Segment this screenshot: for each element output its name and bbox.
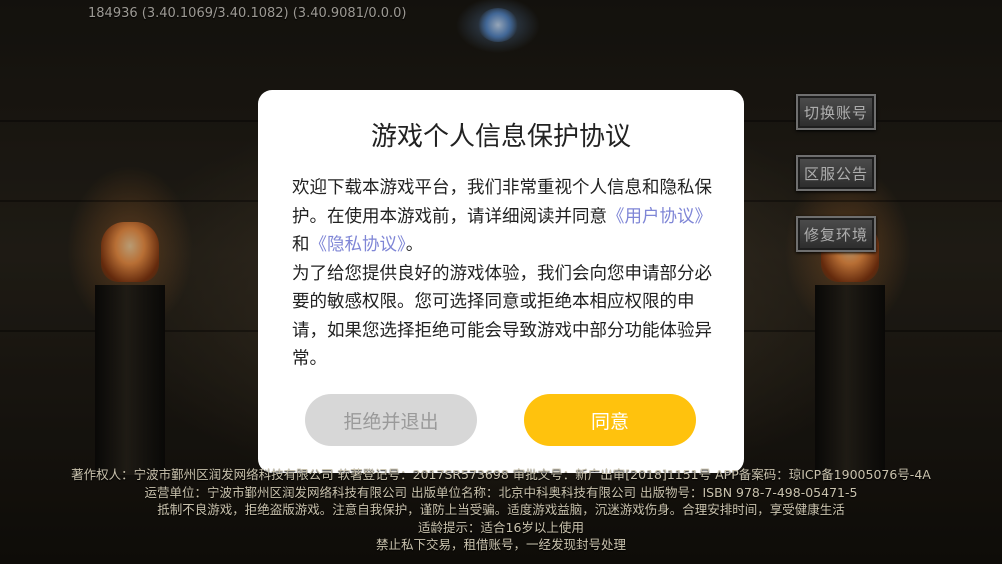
user-agreement-link[interactable]: 《用户协议》	[607, 207, 712, 227]
agree-button[interactable]: 同意	[524, 394, 696, 446]
period-text: 。	[405, 235, 424, 255]
and-text: 和	[292, 235, 310, 255]
privacy-agreement-link[interactable]: 《隐私协议》	[310, 235, 406, 255]
dialog-title: 游戏个人信息保护协议	[370, 122, 631, 152]
age-rating-line: 适龄提示：适合16岁以上使用	[418, 519, 584, 535]
reject-and-exit-button[interactable]: 拒绝并退出	[305, 394, 477, 446]
permissions-text: 为了给您提供良好的游戏体验，我们会向您申请部分必要的敏感权限。您可选择同意或拒绝…	[292, 263, 712, 370]
dialog-body: 欢迎下载本游戏平台，我们非常重视个人信息和隐私保护。在使用本游戏前，请详细阅读并…	[292, 174, 712, 374]
copyright-line: 著作权人：宁波市鄞州区润发网络科技有限公司 软著登记号：2017SR573698…	[71, 467, 931, 482]
operator-line: 运营单位：宁波市鄞州区润发网络科技有限公司 出版单位名称：北京中科奥科技有限公司…	[144, 484, 858, 500]
trading-warning-line: 禁止私下交易，租借账号，一经发现封号处理	[375, 537, 626, 552]
legal-footer: 著作权人：宁波市鄞州区润发网络科技有限公司 软著登记号：2017SR573698…	[0, 466, 1002, 554]
privacy-agreement-dialog: 游戏个人信息保护协议 欢迎下载本游戏平台，我们非常重视个人信息和隐私保护。在使用…	[258, 90, 744, 473]
health-notice-line: 抵制不良游戏，拒绝盗版游戏。注意自我保护，谨防上当受骗。适度游戏益脑，沉迷游戏伤…	[157, 502, 845, 517]
